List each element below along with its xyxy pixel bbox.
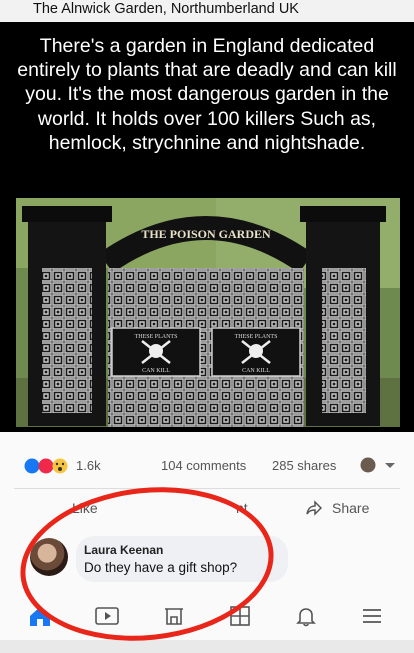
gate-sign: THE POISON GARDEN [141,227,271,241]
top-caption: The Alnwick Garden, Northumberland UK [33,1,299,17]
caption-bar: The Alnwick Garden, Northumberland UK [0,0,414,22]
divider [14,488,400,489]
meme-text: There's a garden in England dedicated en… [17,35,397,154]
share-icon[interactable] [306,500,322,516]
meme-image: There's a garden in England dedicated en… [0,22,414,432]
left-panel-top: THESE PLANTS [135,334,178,340]
right-panel-top: THESE PLANTS [235,334,278,340]
audience-selector-icon[interactable] [360,457,398,473]
poison-garden-photo: THE POISON GARDEN THESE PLANTS CAN KILL … [16,198,400,427]
post-stats: 1.6k 104 comments 285 shares [0,432,414,474]
menu-icon[interactable] [360,604,384,628]
bell-icon[interactable] [294,604,318,628]
reaction-count[interactable]: 1.6k [76,458,101,473]
comment-count[interactable]: 104 comments [161,458,246,473]
reactions-icon[interactable] [24,458,70,474]
share-button[interactable]: Share [332,500,369,516]
share-count[interactable]: 285 shares [272,458,336,473]
right-panel-bottom: CAN KILL [242,368,270,374]
left-panel-bottom: CAN KILL [142,368,170,374]
